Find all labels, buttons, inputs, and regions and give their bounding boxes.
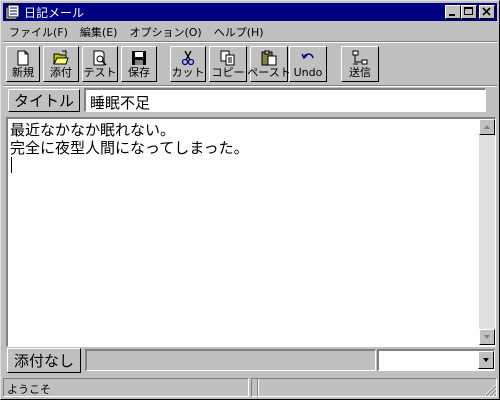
cut-button-label: カット bbox=[171, 66, 205, 79]
body-line-1: 最近なかなか眠れない。 bbox=[10, 121, 176, 139]
minimize-icon bbox=[449, 14, 455, 16]
maximize-icon bbox=[464, 7, 473, 15]
send-network-icon bbox=[352, 50, 368, 65]
status-message: ようこそ bbox=[3, 378, 249, 397]
menu-file[interactable]: ファイル(F) bbox=[3, 24, 74, 40]
body-line-2: 完全に夜型人間になってしまった。 bbox=[10, 139, 249, 157]
subject-label[interactable]: タイトル bbox=[8, 89, 80, 112]
new-document-icon bbox=[17, 50, 29, 66]
menu-help[interactable]: ヘルプ(H) bbox=[208, 24, 270, 40]
menu-bar: ファイル(F) 編集(E) オプション(O) ヘルプ(H) bbox=[3, 22, 497, 41]
app-icon[interactable] bbox=[5, 4, 21, 20]
cut-button[interactable]: カット bbox=[170, 46, 206, 82]
save-button-label: 保存 bbox=[128, 66, 150, 79]
attachment-path-field bbox=[85, 349, 376, 371]
attach-button-label: 添付 bbox=[50, 66, 72, 79]
menu-divider bbox=[3, 41, 497, 43]
attach-button[interactable]: 添付 bbox=[43, 46, 79, 82]
copy-icon bbox=[220, 50, 235, 66]
open-folder-icon bbox=[53, 50, 69, 65]
menu-edit[interactable]: 編集(E) bbox=[74, 24, 124, 40]
chevron-down-icon bbox=[483, 358, 489, 362]
scroll-down-button[interactable] bbox=[479, 329, 495, 345]
test-button[interactable]: テスト bbox=[82, 46, 118, 82]
preview-icon bbox=[93, 50, 107, 66]
subject-input[interactable]: 睡眠不足 bbox=[84, 88, 486, 112]
attachment-button[interactable]: 添付なし bbox=[7, 348, 81, 373]
status-pane-3 bbox=[257, 378, 497, 397]
menu-options[interactable]: オプション(O) bbox=[123, 24, 207, 40]
text-caret bbox=[11, 157, 12, 173]
message-body-text[interactable]: 最近なかなか眠れない。 完全に夜型人間になってしまった。 bbox=[10, 121, 480, 177]
maximize-button[interactable] bbox=[461, 5, 477, 19]
combo-dropdown-button[interactable] bbox=[478, 351, 494, 369]
paste-button[interactable]: ペースト bbox=[247, 46, 291, 82]
scroll-up-arrow-icon bbox=[484, 125, 490, 129]
undo-button[interactable]: Undo bbox=[289, 46, 327, 82]
undo-icon bbox=[301, 53, 314, 60]
title-bar[interactable]: 日記メール bbox=[3, 3, 497, 21]
scissors-icon bbox=[181, 50, 195, 66]
copy-button[interactable]: コピー bbox=[209, 46, 247, 82]
new-button-label: 新規 bbox=[12, 66, 34, 79]
new-button[interactable]: 新規 bbox=[6, 46, 40, 82]
vertical-scrollbar[interactable] bbox=[479, 119, 495, 345]
scroll-up-button[interactable] bbox=[479, 119, 495, 135]
send-button[interactable]: 送信 bbox=[341, 46, 379, 82]
resize-grip-icon[interactable] bbox=[483, 383, 497, 397]
window-title: 日記メール bbox=[24, 5, 85, 20]
status-bar: ようこそ bbox=[3, 378, 497, 397]
window-controls bbox=[445, 5, 495, 19]
main-window: 日記メール ファイル(F) 編集(E) オプション(O) ヘルプ(H) 新規 添… bbox=[0, 0, 500, 400]
paste-button-label: ペースト bbox=[247, 66, 291, 79]
minimize-button[interactable] bbox=[445, 5, 461, 19]
paste-clipboard-icon bbox=[261, 50, 277, 66]
close-button[interactable] bbox=[479, 5, 495, 19]
message-body-editor[interactable]: 最近なかなか眠れない。 完全に夜型人間になってしまった。 bbox=[6, 117, 496, 347]
scroll-down-arrow-icon bbox=[484, 335, 490, 339]
close-icon bbox=[482, 7, 491, 16]
toolbar-divider bbox=[3, 85, 497, 87]
toolbar: 新規 添付 テスト 保存 カット コピー ペースト Undo 送信 bbox=[6, 46, 496, 84]
undo-button-label: Undo bbox=[293, 66, 323, 79]
copy-button-label: コピー bbox=[211, 66, 245, 79]
save-button[interactable]: 保存 bbox=[121, 46, 157, 82]
test-button-label: テスト bbox=[83, 66, 117, 79]
attachment-combo[interactable] bbox=[377, 349, 495, 371]
floppy-disk-icon bbox=[132, 51, 146, 65]
send-button-label: 送信 bbox=[349, 66, 371, 79]
